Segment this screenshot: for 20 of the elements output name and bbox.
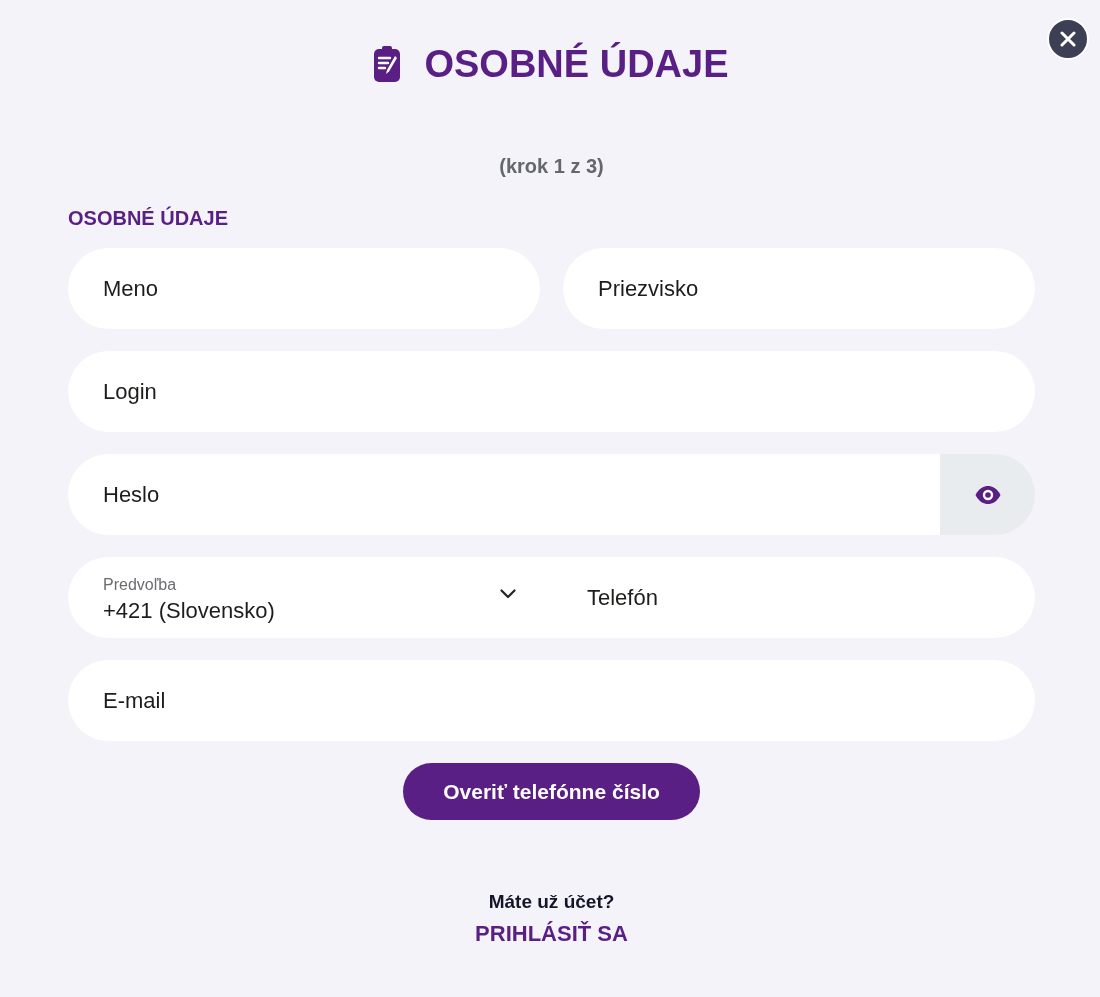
eye-icon — [974, 485, 1001, 504]
step-indicator: (krok 1 z 3) — [498, 154, 605, 178]
close-button[interactable] — [1047, 18, 1089, 60]
login-link[interactable]: PRIHLÁSIŤ SA — [475, 921, 628, 947]
input-field[interactable]: Telefón — [555, 557, 1035, 638]
input-field[interactable]: E-mail — [68, 660, 1035, 741]
notepad-with-pencil-icon — [374, 46, 401, 82]
input-field[interactable]: Meno — [68, 248, 540, 329]
dialog-title: OSOBNÉ ÚDAJE — [424, 41, 729, 87]
account-prompt: Máte už účet? — [488, 890, 615, 914]
password-field[interactable]: Heslo — [68, 454, 940, 535]
chevron-down-icon — [500, 589, 516, 599]
country-code-select[interactable]: Predvoľba +421 (Slovensko) — [68, 557, 555, 638]
input-field[interactable]: Login — [68, 351, 1035, 432]
section-heading: OSOBNÉ ÚDAJE — [68, 206, 230, 230]
input-field[interactable]: Priezvisko — [563, 248, 1035, 329]
show-password-button[interactable] — [940, 454, 1035, 535]
close-icon — [1060, 31, 1076, 47]
floating-label: Predvoľba — [103, 575, 177, 595]
verify-phone-button[interactable]: Overiť telefónne číslo — [403, 763, 700, 820]
